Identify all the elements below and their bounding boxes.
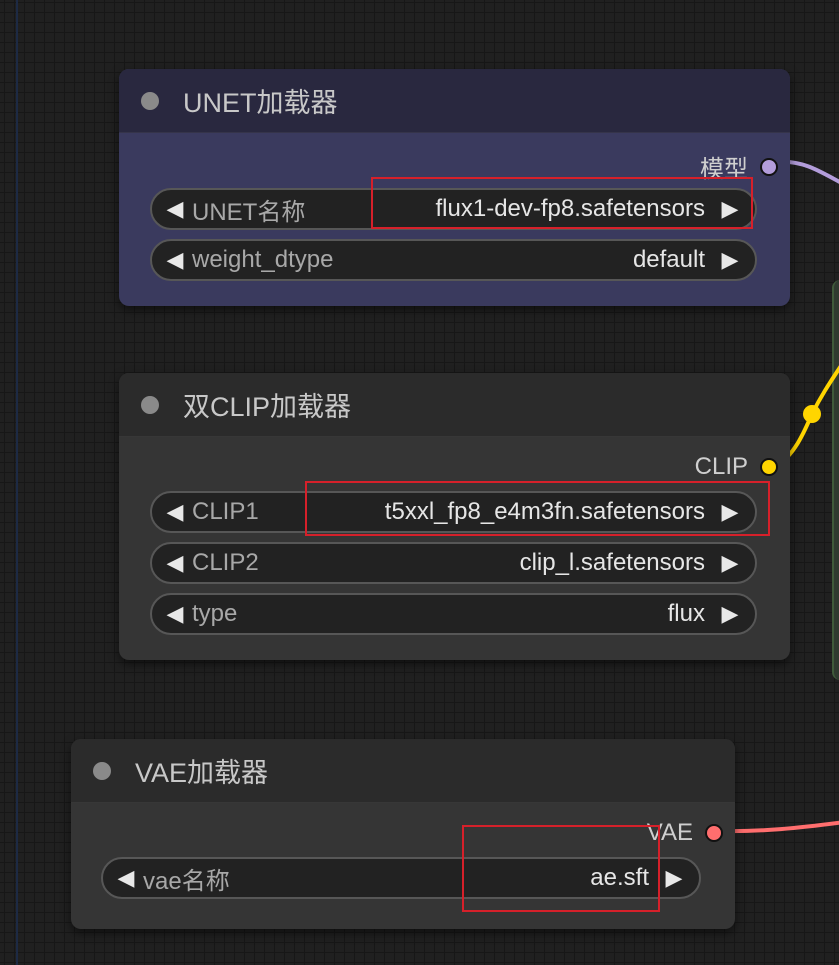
vae-link [719,820,839,834]
output-port-icon[interactable] [760,458,778,476]
widget-clip2[interactable]: ◀ CLIP2 clip_l.safetensors ▶ [150,542,757,584]
increment-arrow-icon[interactable]: ▶ [715,601,745,627]
output-model: 模型 [700,149,778,184]
offscreen-node-edge [832,280,839,680]
widget-unet-name[interactable]: ◀ UNET名称 flux1-dev-fp8.safetensors ▶ [150,188,757,230]
widget-value[interactable]: flux1-dev-fp8.safetensors [436,195,705,223]
widget-label: vae名称 [143,867,230,895]
collapse-dot-icon[interactable] [93,761,111,780]
node-title-bar[interactable]: VAE加载器 [71,739,735,803]
widget-label: CLIP2 [192,549,259,576]
decrement-arrow-icon[interactable]: ◀ [160,196,190,222]
widget-type[interactable]: ◀ type flux ▶ [150,593,757,635]
dual-clip-loader-node[interactable]: 双CLIP加载器 CLIP ◀ CLIP1 t5xxl_fp8_e4m3fn.s… [119,373,790,660]
collapse-dot-icon[interactable] [141,91,159,110]
collapse-dot-icon[interactable] [141,395,159,414]
node-title: UNET加载器 [183,88,338,118]
widget-label: type [192,600,238,627]
widget-weight-dtype[interactable]: ◀ weight_dtype default ▶ [150,239,757,281]
output-label: VAE [646,819,693,846]
widget-value[interactable]: ae.sft [590,864,649,892]
unet-loader-node[interactable]: UNET加载器 模型 ◀ UNET名称 flux1-dev-fp8.safete… [119,69,790,306]
widget-label: weight_dtype [192,246,334,273]
decrement-arrow-icon[interactable]: ◀ [160,247,190,273]
widget-value[interactable]: clip_l.safetensors [520,549,705,577]
vae-loader-node[interactable]: VAE加载器 VAE ◀ vae名称 ae.sft ▶ [71,739,735,929]
clip-link-reroute-dot [803,405,821,423]
decrement-arrow-icon[interactable]: ◀ [160,601,190,627]
widget-label: UNET名称 [192,198,306,226]
widget-value[interactable]: default [633,246,705,274]
decrement-arrow-icon[interactable]: ◀ [160,499,190,525]
increment-arrow-icon[interactable]: ▶ [715,550,745,576]
output-label: 模型 [700,156,748,183]
increment-arrow-icon[interactable]: ▶ [715,499,745,525]
widget-vae-name[interactable]: ◀ vae名称 ae.sft ▶ [101,857,701,899]
output-port-icon[interactable] [760,157,778,176]
increment-arrow-icon[interactable]: ▶ [715,196,745,222]
widget-label: CLIP1 [192,498,259,525]
decrement-arrow-icon[interactable]: ◀ [160,550,190,576]
widget-value[interactable]: flux [668,600,705,628]
canvas-left-rail [16,0,18,965]
increment-arrow-icon[interactable]: ▶ [659,865,689,891]
output-clip: CLIP [695,453,778,481]
node-title: 双CLIP加载器 [183,392,352,422]
widget-clip1[interactable]: ◀ CLIP1 t5xxl_fp8_e4m3fn.safetensors ▶ [150,491,757,533]
node-title: VAE加载器 [135,758,269,788]
widget-value[interactable]: t5xxl_fp8_e4m3fn.safetensors [385,498,705,526]
output-port-icon[interactable] [705,824,723,842]
node-title-bar[interactable]: 双CLIP加载器 [119,373,790,437]
node-title-bar[interactable]: UNET加载器 [119,69,790,133]
output-vae: VAE [647,819,723,847]
decrement-arrow-icon[interactable]: ◀ [111,865,141,891]
increment-arrow-icon[interactable]: ▶ [715,247,745,273]
output-label: CLIP [694,453,748,480]
